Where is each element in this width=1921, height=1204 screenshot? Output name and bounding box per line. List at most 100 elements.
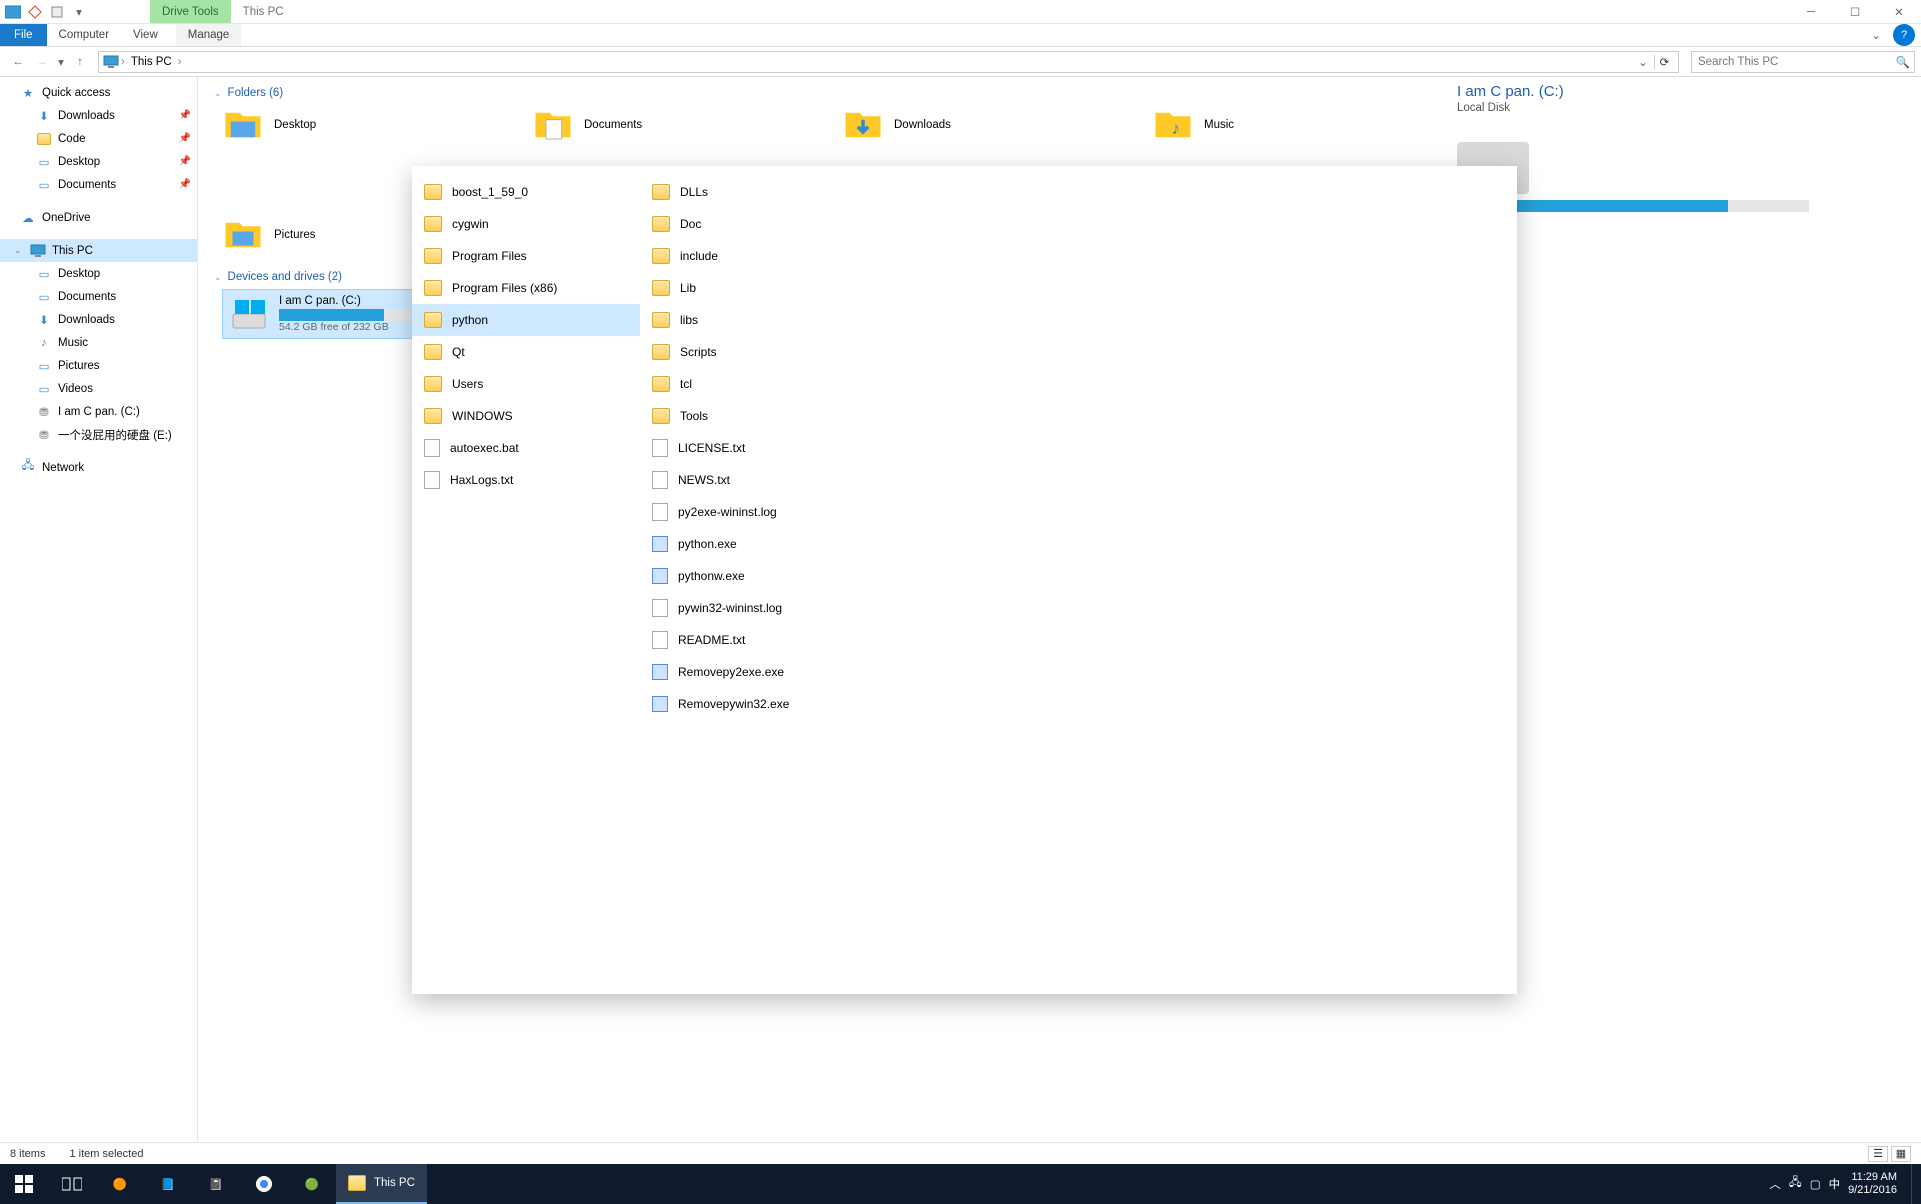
nav-pc-item[interactable]: ⛃I am C pan. (C:) [0,400,197,423]
tray-overflow-icon[interactable]: ︿ [1769,1176,1781,1192]
nav-pc-item[interactable]: ▭Videos [0,377,197,400]
nav-pc-item[interactable]: ▭Desktop [0,262,197,285]
list-item[interactable]: autoexec.bat [412,432,640,464]
app-icon [2,1,24,23]
exe-icon [652,536,668,552]
folder-documents[interactable]: Documents [532,105,772,145]
nav-pc-item[interactable]: ⬇Downloads [0,308,197,331]
list-item[interactable]: Removepy2exe.exe [640,656,868,688]
folder-label: Music [1204,119,1234,131]
task-view-button[interactable] [48,1164,96,1204]
help-icon[interactable]: ? [1893,24,1915,46]
show-desktop-button[interactable] [1911,1164,1917,1204]
exe-icon [652,568,668,584]
menu-view[interactable]: View [121,24,170,46]
file-menu[interactable]: File [0,24,47,46]
list-item[interactable]: pythonw.exe [640,560,868,592]
maximize-button[interactable]: ☐ [1833,0,1877,24]
menu-computer[interactable]: Computer [47,24,122,46]
ribbon-expand-icon[interactable]: ⌄ [1865,28,1887,42]
nav-pc-item[interactable]: ♪Music [0,331,197,354]
list-item[interactable]: Lib [640,272,868,304]
nav-quick-item[interactable]: ▭ Desktop 📌 [0,150,197,173]
list-item[interactable]: WINDOWS [412,400,640,432]
list-item[interactable]: Tools [640,400,868,432]
crumb-this-pc[interactable]: This PC [127,56,176,68]
list-item[interactable]: python [412,304,640,336]
nav-this-pc[interactable]: ⌄ This PC [0,239,197,262]
list-item[interactable]: Scripts [640,336,868,368]
nav-quick-item[interactable]: ▭ Documents 📌 [0,173,197,196]
taskbar-app[interactable]: 📘 [144,1164,192,1204]
nav-quick-item[interactable]: ⬇ Downloads 📌 [0,104,197,127]
qat-overflow[interactable]: ▾ [68,1,90,23]
taskbar-explorer[interactable]: This PC [336,1164,427,1204]
search-box[interactable]: 🔍 [1691,51,1915,73]
view-details-button[interactable]: ☰ [1868,1146,1888,1162]
close-button[interactable]: ✕ [1877,0,1921,24]
list-item[interactable]: HaxLogs.txt [412,464,640,496]
list-item[interactable]: Program Files [412,240,640,272]
taskbar-app[interactable]: 🟢 [288,1164,336,1204]
up-button[interactable]: ↑ [68,50,92,74]
item-label: Removepywin32.exe [678,697,789,711]
nav-pc-item[interactable]: ▭Pictures [0,354,197,377]
list-item[interactable]: python.exe [640,528,868,560]
tray-action-center-icon[interactable]: ▢ [1810,1177,1821,1191]
list-item[interactable]: NEWS.txt [640,464,868,496]
chevron-right-icon[interactable]: › [119,56,127,68]
taskbar-chrome[interactable] [240,1164,288,1204]
list-item[interactable]: LICENSE.txt [640,432,868,464]
folder-icon [652,216,670,232]
nav-label: Desktop [58,156,100,168]
list-item[interactable]: README.txt [640,624,868,656]
nav-pc-item[interactable]: ▭Documents [0,285,197,308]
tray-clock[interactable]: 11:29 AM 9/21/2016 [1848,1171,1903,1197]
forward-button[interactable]: → [30,50,54,74]
search-input[interactable] [1698,56,1908,68]
taskbar-app[interactable]: 🟠 [96,1164,144,1204]
back-button[interactable]: ← [6,50,30,74]
section-folders[interactable]: ⌄ Folders (6) [214,87,1429,99]
nav-quick-access[interactable]: ★ Quick access [0,81,197,104]
list-item[interactable]: Qt [412,336,640,368]
chevron-down-icon[interactable]: ⌄ [14,245,24,256]
list-item[interactable]: Program Files (x86) [412,272,640,304]
start-button[interactable] [0,1164,48,1204]
address-dropdown-icon[interactable]: ⌄ [1634,55,1652,69]
nav-onedrive[interactable]: ☁ OneDrive [0,206,197,229]
list-item[interactable]: Doc [640,208,868,240]
exe-icon [652,664,668,680]
list-item[interactable]: pywin32-wininst.log [640,592,868,624]
qat-item[interactable] [24,1,46,23]
list-item[interactable]: Users [412,368,640,400]
menu-manage[interactable]: Manage [176,24,242,46]
nav-network[interactable]: 🖧 Network [0,456,197,479]
tray-network-icon[interactable]: 🖧 [1789,1175,1802,1194]
list-item[interactable]: boost_1_59_0 [412,176,640,208]
drive-c[interactable]: I am C pan. (C:) 54.2 GB free of 232 GB [222,289,422,339]
address-bar[interactable]: › This PC › ⌄ ⟳ [98,51,1679,73]
context-tab-drive-tools[interactable]: Drive Tools [150,0,231,23]
downloads-icon: ⬇ [36,312,52,328]
folder-desktop[interactable]: Desktop [222,105,462,145]
list-item[interactable]: libs [640,304,868,336]
recent-dropdown[interactable]: ▾ [54,50,68,74]
nav-quick-item[interactable]: Code 📌 [0,127,197,150]
tray-ime-icon[interactable]: 中 [1829,1176,1841,1192]
list-item[interactable]: DLLs [640,176,868,208]
list-item[interactable]: cygwin [412,208,640,240]
folder-music[interactable]: ♪Music [1152,105,1392,145]
list-item[interactable]: Removepywin32.exe [640,688,868,720]
qat-item[interactable] [46,1,68,23]
taskbar-app[interactable]: 📓 [192,1164,240,1204]
nav-pc-item[interactable]: ⛃一个没屁用的硬盘 (E:) [0,423,197,446]
refresh-icon[interactable]: ⟳ [1654,55,1674,69]
list-item[interactable]: tcl [640,368,868,400]
list-item[interactable]: py2exe-wininst.log [640,496,868,528]
minimize-button[interactable]: ─ [1789,0,1833,24]
list-item[interactable]: include [640,240,868,272]
view-icons-button[interactable]: ▦ [1891,1146,1911,1162]
folder-downloads[interactable]: Downloads [842,105,1082,145]
chevron-right-icon[interactable]: › [176,56,184,68]
